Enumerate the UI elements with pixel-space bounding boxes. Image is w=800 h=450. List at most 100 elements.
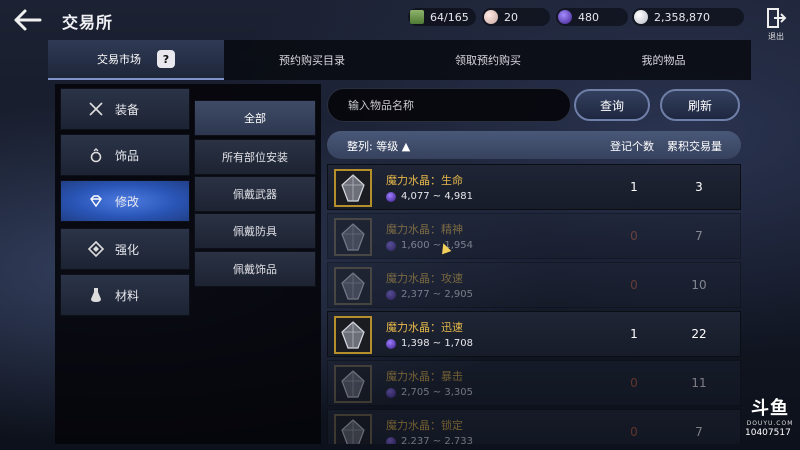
item-listed-count: 0 (630, 425, 638, 439)
item-price-value: 2,705 ~ 3,305 (401, 387, 473, 398)
category-accessories[interactable]: 饰品 (60, 134, 190, 176)
item-name: 魔力水晶：攻速 (386, 272, 463, 285)
silver-balance: 2,358,870 (632, 8, 744, 26)
bag-icon (410, 10, 424, 24)
item-thumbnail (334, 169, 372, 207)
stream-room-id: 10407517 (745, 428, 791, 438)
crystal-item-icon (341, 321, 365, 349)
crossed-swords-icon (87, 100, 105, 118)
tab-my-items[interactable]: 我的物品 (576, 40, 751, 80)
sort-label: 整列: 等级 (347, 140, 399, 153)
crystal-item-icon (341, 370, 365, 398)
subcategory-all-slots-label: 所有部位安装 (222, 151, 288, 164)
table-row[interactable]: 魔力水晶：生命 4,077 ~ 4,981 1 3 (327, 164, 741, 210)
item-total-volume: 7 (695, 229, 703, 243)
item-listed-count: 1 (630, 180, 638, 194)
item-list: 魔力水晶：生命 4,077 ~ 4,981 1 3 魔力水晶：精神 1,600 … (327, 164, 741, 444)
gem-icon (87, 192, 105, 210)
item-total-volume: 3 (695, 180, 703, 194)
item-price-value: 2,377 ~ 2,905 (401, 289, 473, 300)
item-price-range: 2,237 ~ 2,733 (386, 436, 473, 444)
table-header: 整列: 等级 ▲ 登记个数 累积交易量 (327, 131, 741, 159)
sort-ascending-icon: ▲ (401, 140, 411, 153)
subcategory-all[interactable]: 全部 (194, 100, 316, 136)
subcategory-weapon[interactable]: 佩戴武器 (194, 176, 316, 212)
crystal-currency-icon (386, 191, 396, 202)
exit-button[interactable]: 退出 (763, 7, 789, 41)
douyu-watermark: 斗鱼 DOUYU.COM (744, 394, 796, 427)
crystal-item-icon (341, 223, 365, 251)
exit-label: 退出 (768, 32, 784, 41)
back-arrow-icon (14, 9, 42, 31)
item-name: 魔力水晶：迅速 (386, 321, 463, 334)
item-listed-count: 0 (630, 278, 638, 292)
tab-bar: 交易市场 ? 预约购买目录 领取预约购买 我的物品 (48, 40, 751, 80)
category-accessories-label: 饰品 (115, 148, 140, 163)
tab-preorder-list[interactable]: 预约购买目录 (224, 40, 400, 80)
item-thumbnail (334, 267, 372, 305)
table-row[interactable]: 魔力水晶：精神 1,600 ~ 1,954 0 7 (327, 213, 741, 259)
item-price-range: 1,600 ~ 1,954 (386, 240, 473, 251)
item-price-range: 2,377 ~ 2,905 (386, 289, 473, 300)
tab-claim-preorder[interactable]: 领取预约购买 (400, 40, 576, 80)
crystal-currency-icon (386, 338, 396, 349)
sort-by-level-button[interactable]: 整列: 等级 ▲ (347, 138, 410, 154)
item-total-volume: 10 (691, 278, 707, 292)
ring-icon (87, 146, 105, 164)
subcategory-all-slots[interactable]: 所有部位安装 (194, 139, 316, 175)
category-modify[interactable]: 修改 (60, 180, 190, 222)
item-price-range: 4,077 ~ 4,981 (386, 191, 473, 202)
category-equipment[interactable]: 装备 (60, 88, 190, 130)
refresh-button[interactable]: 刷新 (660, 89, 740, 121)
column-header-total-volume: 累积交易量 (667, 140, 722, 153)
page-title: 交易所 (62, 13, 114, 32)
item-listed-count: 0 (630, 229, 638, 243)
diamond-icon (87, 240, 105, 258)
subcategory-all-label: 全部 (244, 112, 266, 125)
item-price-range: 2,705 ~ 3,305 (386, 387, 473, 398)
item-thumbnail (334, 316, 372, 354)
table-row[interactable]: 魔力水晶：迅速 1,398 ~ 1,708 1 22 (327, 311, 741, 357)
crystal-item-icon (341, 174, 365, 202)
silver-balance-value: 2,358,870 (654, 10, 710, 24)
tab-claim-preorder-label: 领取预约购买 (455, 54, 521, 67)
category-enhance[interactable]: 强化 (60, 228, 190, 270)
item-name: 魔力水晶：锁定 (386, 419, 463, 432)
item-price-value: 2,237 ~ 2,733 (401, 436, 473, 444)
category-equipment-label: 装备 (115, 102, 140, 117)
tab-my-items-label: 我的物品 (641, 54, 686, 67)
table-row[interactable]: 魔力水晶：攻速 2,377 ~ 2,905 0 10 (327, 262, 741, 308)
subcategory-weapon-label: 佩戴武器 (233, 188, 277, 201)
tab-trade-market[interactable]: 交易市场 ? (48, 40, 224, 80)
inventory-capacity: 64/165 (408, 8, 476, 26)
exit-door-icon (767, 8, 787, 28)
column-header-listed-count: 登记个数 (610, 140, 654, 153)
item-listed-count: 1 (630, 327, 638, 341)
table-row[interactable]: 魔力水晶：锁定 2,237 ~ 2,733 0 7 (327, 409, 741, 444)
silver-coin-icon (634, 10, 648, 24)
item-search-input[interactable]: 输入物品名称 (327, 88, 571, 122)
crystal-currency-icon (386, 289, 396, 300)
crystal-balance-value: 480 (578, 10, 599, 24)
refresh-button-label: 刷新 (687, 98, 712, 113)
item-listed-count: 0 (630, 376, 638, 390)
category-materials[interactable]: 材料 (60, 274, 190, 316)
item-price-value: 1,398 ~ 1,708 (401, 338, 473, 349)
subcategory-accessory[interactable]: 佩戴饰品 (194, 251, 316, 287)
tab-trade-market-label: 交易市场 (97, 53, 141, 66)
crystal-icon (558, 10, 572, 24)
item-thumbnail (334, 365, 372, 403)
tab-preorder-list-label: 预约购买目录 (279, 54, 345, 67)
item-total-volume: 22 (691, 327, 707, 341)
item-name: 魔力水晶：生命 (386, 174, 463, 187)
query-button[interactable]: 查询 (574, 89, 650, 121)
table-row[interactable]: 魔力水晶：暴击 2,705 ~ 3,305 0 11 (327, 360, 741, 406)
category-materials-label: 材料 (115, 288, 140, 303)
item-name: 魔力水晶：精神 (386, 223, 463, 236)
subcategory-armor[interactable]: 佩戴防具 (194, 213, 316, 249)
inventory-capacity-value: 64/165 (430, 10, 469, 24)
help-icon[interactable]: ? (157, 50, 175, 68)
back-button[interactable] (10, 6, 44, 34)
query-button-label: 查询 (599, 98, 624, 113)
crystal-currency-icon (386, 387, 396, 398)
